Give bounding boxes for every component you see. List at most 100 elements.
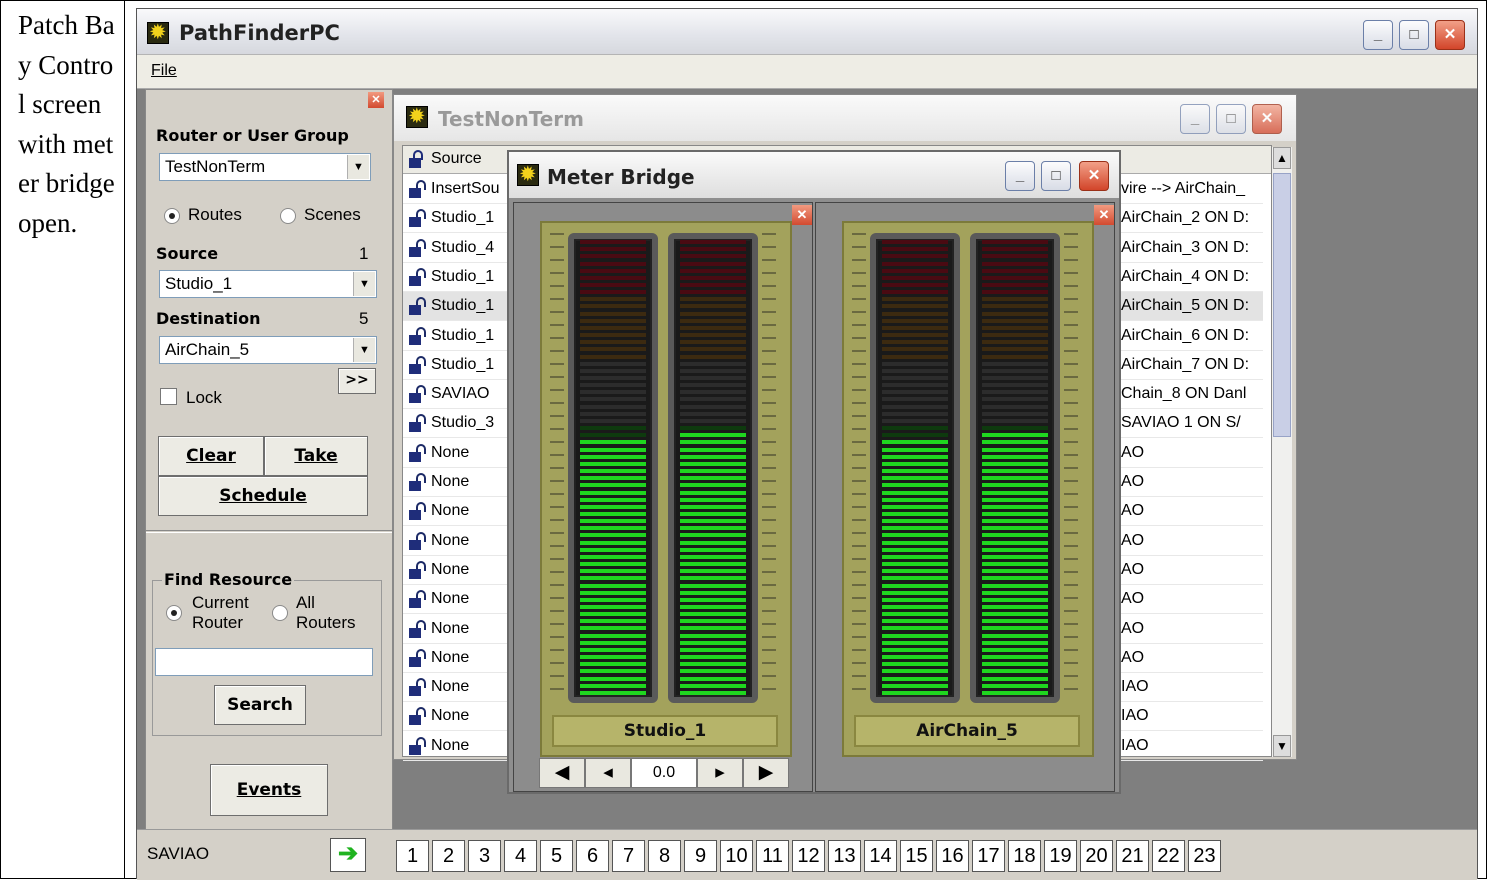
meter-segment (982, 282, 1048, 287)
meter-segment (580, 282, 646, 287)
meter-segment (882, 333, 948, 337)
meter-segment (982, 597, 1048, 602)
take-button[interactable]: Take (264, 436, 368, 476)
page-button-8[interactable]: 8 (648, 840, 681, 872)
scroll-up-icon[interactable]: ▲ (1273, 147, 1291, 169)
close-button[interactable]: ✕ (1079, 161, 1109, 191)
panel-close-icon[interactable]: ✕ (368, 92, 384, 108)
panel-close-icon[interactable]: ✕ (1094, 205, 1114, 225)
clear-button[interactable]: Clear (158, 436, 264, 476)
meter-segment (982, 433, 1048, 438)
scale-tick (762, 389, 776, 391)
lock-checkbox[interactable] (160, 388, 177, 405)
meter-segment (680, 368, 746, 373)
search-button[interactable]: Search (214, 685, 306, 725)
scale-tick (762, 662, 776, 664)
page-button-5[interactable]: 5 (540, 840, 573, 872)
meter-segment (580, 376, 646, 380)
minimize-button[interactable]: _ (1005, 161, 1035, 191)
search-input[interactable] (155, 648, 373, 676)
scale-tick (1064, 662, 1078, 664)
maximize-button[interactable]: □ (1041, 161, 1071, 191)
unlock-icon (407, 209, 426, 228)
gain-min-button[interactable]: ◀ (539, 758, 585, 788)
page-button-20[interactable]: 20 (1080, 840, 1113, 872)
page-button-18[interactable]: 18 (1008, 840, 1041, 872)
unlock-icon (407, 180, 426, 198)
meter-segment (982, 361, 1048, 366)
minimize-button[interactable]: _ (1180, 104, 1210, 134)
scroll-down-icon[interactable]: ▼ (1273, 735, 1291, 757)
meter-segment (882, 504, 948, 509)
meter-segment (882, 583, 948, 588)
page-button-22[interactable]: 22 (1152, 840, 1185, 872)
all-routers-radio[interactable] (272, 605, 288, 621)
page-button-10[interactable]: 10 (720, 840, 753, 872)
gain-up-button[interactable]: ▸ (697, 758, 743, 788)
page-button-7[interactable]: 7 (612, 840, 645, 872)
unlock-icon (407, 443, 426, 462)
page-button-23[interactable]: 23 (1188, 840, 1221, 872)
meter-segment (982, 519, 1048, 524)
meter-segment (982, 490, 1048, 495)
meter-segment (982, 483, 1048, 488)
close-button[interactable]: ✕ (1435, 20, 1465, 50)
scale-tick (762, 532, 776, 534)
page-button-21[interactable]: 21 (1116, 840, 1149, 872)
page-button-13[interactable]: 13 (828, 840, 861, 872)
scale-tick (550, 532, 564, 534)
scenes-radio[interactable] (280, 208, 296, 224)
meter-segment (680, 533, 746, 538)
meter-segment (580, 619, 646, 624)
page-button-2[interactable]: 2 (432, 840, 465, 872)
list-scrollbar[interactable]: ▲ ▼ (1272, 147, 1292, 757)
routes-radio[interactable] (164, 208, 180, 224)
scroll-thumb[interactable] (1273, 173, 1291, 437)
page-button-6[interactable]: 6 (576, 840, 609, 872)
meter-segment (680, 597, 746, 602)
meter-segment (680, 669, 746, 674)
page-button-9[interactable]: 9 (684, 840, 717, 872)
row-source: SAVIAO (431, 385, 490, 403)
source-count: 1 (359, 244, 369, 263)
scale-tick (852, 584, 866, 586)
source-select[interactable]: Studio_1 ▼ (159, 270, 377, 298)
meter-segment (580, 383, 646, 388)
gain-value[interactable]: 0.0 (631, 758, 697, 788)
gain-down-button[interactable]: ◂ (585, 758, 631, 788)
column-header-source[interactable]: Source (431, 150, 482, 168)
close-button[interactable]: ✕ (1252, 104, 1282, 134)
page-button-12[interactable]: 12 (792, 840, 825, 872)
page-button-16[interactable]: 16 (936, 840, 969, 872)
gain-max-button[interactable]: ▶ (743, 758, 789, 788)
meter-segment (580, 526, 646, 531)
scale-tick (762, 285, 776, 287)
channel-label: Studio_1 (552, 715, 778, 747)
more-button[interactable]: >> (338, 368, 376, 394)
page-button-19[interactable]: 19 (1044, 840, 1077, 872)
page-button-15[interactable]: 15 (900, 840, 933, 872)
page-button-11[interactable]: 11 (756, 840, 789, 872)
page-button-1[interactable]: 1 (396, 840, 429, 872)
events-button[interactable]: Events (210, 764, 328, 816)
maximize-button[interactable]: □ (1399, 20, 1429, 50)
current-router-radio[interactable] (166, 605, 182, 621)
scale-tick (550, 610, 564, 612)
router-group-select[interactable]: TestNonTerm ▼ (159, 153, 371, 181)
panel-close-icon[interactable]: ✕ (792, 205, 812, 225)
schedule-button[interactable]: Schedule (158, 476, 368, 516)
page-button-17[interactable]: 17 (972, 840, 1005, 872)
go-arrow-icon[interactable]: ➔ (330, 838, 366, 872)
scale-tick (852, 649, 866, 651)
destination-select[interactable]: AirChain_5 ▼ (159, 336, 377, 364)
row-source: None (431, 473, 470, 490)
page-button-3[interactable]: 3 (468, 840, 501, 872)
minimize-button[interactable]: _ (1363, 20, 1393, 50)
menu-file[interactable]: File (151, 62, 177, 80)
row-source: None (431, 560, 470, 578)
page-button-4[interactable]: 4 (504, 840, 537, 872)
scale-tick (1064, 675, 1078, 677)
page-button-14[interactable]: 14 (864, 840, 897, 872)
maximize-button[interactable]: □ (1216, 104, 1246, 134)
meter-segment (580, 354, 646, 359)
